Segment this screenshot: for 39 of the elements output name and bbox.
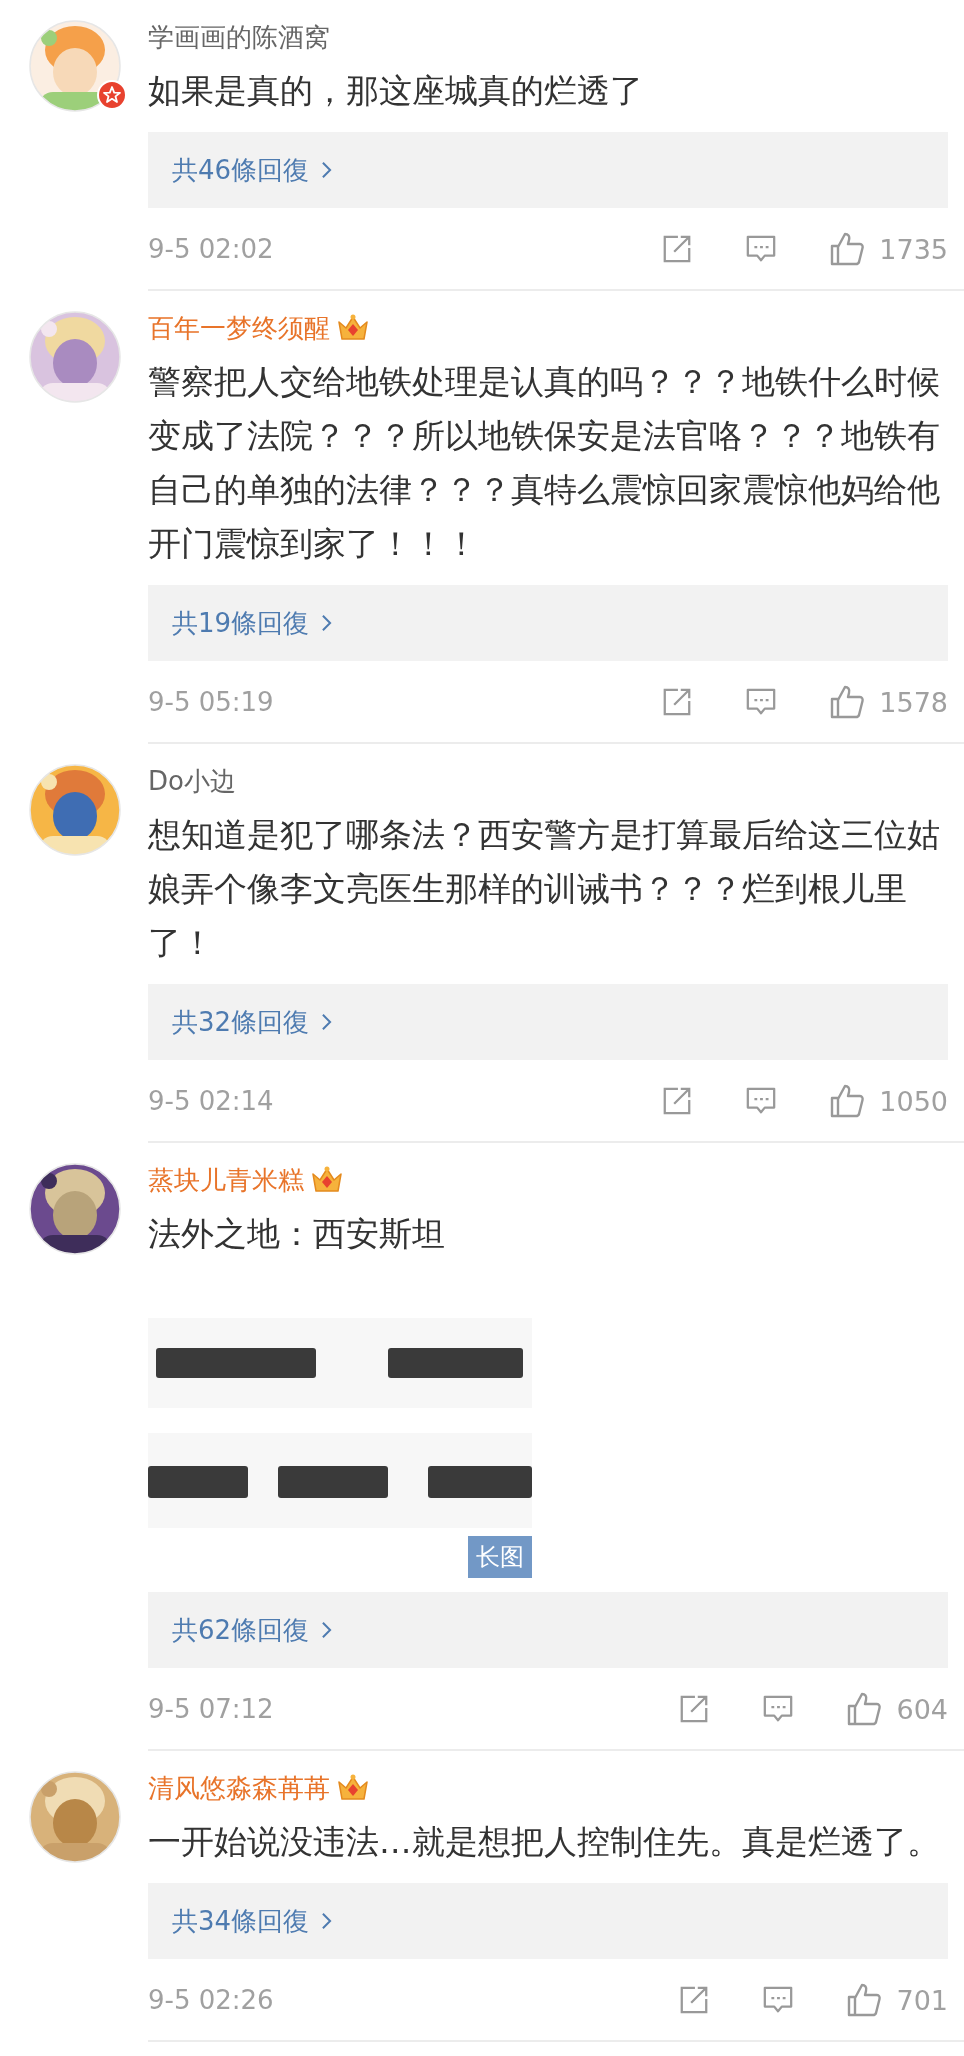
thumbs-up-icon — [846, 1982, 883, 2018]
thumbs-up-icon — [829, 1083, 866, 1119]
replies-link[interactable]: 共46條回復 — [148, 132, 948, 208]
user-name[interactable]: 蒸块儿青米糕 — [148, 1162, 304, 1198]
chevron-icon — [321, 614, 333, 632]
crown-icon — [310, 1165, 344, 1195]
like-button[interactable]: 1050 — [829, 1083, 948, 1119]
chevron-icon — [321, 1621, 333, 1639]
timestamp: 9-5 02:26 — [148, 1985, 274, 2015]
comment-text: 如果是真的，那这座城真的烂透了 — [148, 71, 644, 112]
timestamp: 9-5 02:02 — [148, 234, 274, 264]
comment-text: 一开始说没违法…就是想把人控制住先。真是烂透了。 — [148, 1822, 941, 1863]
like-button[interactable]: 604 — [846, 1691, 948, 1727]
crown-icon — [336, 1773, 370, 1803]
user-name[interactable]: 百年一梦终须醒 — [148, 310, 330, 346]
chevron-icon — [321, 161, 333, 179]
replies-link[interactable]: 共62條回復 — [148, 1592, 948, 1668]
user-name[interactable]: 清风悠淼森苒苒 — [148, 1770, 330, 1806]
user-name[interactable]: Do小边 — [148, 763, 236, 799]
chevron-icon — [321, 1013, 333, 1031]
timestamp: 9-5 07:12 — [148, 1694, 274, 1724]
like-button[interactable]: 1578 — [829, 684, 948, 720]
thumbs-up-icon — [846, 1691, 883, 1727]
thumbs-up-icon — [829, 231, 866, 267]
replies-link[interactable]: 共32條回復 — [148, 984, 948, 1060]
chevron-icon — [321, 1912, 333, 1930]
timestamp: 9-5 02:14 — [148, 1086, 274, 1116]
replies-link[interactable]: 共34條回復 — [148, 1883, 948, 1959]
like-button[interactable]: 701 — [846, 1982, 948, 2018]
replies-link[interactable]: 共19條回復 — [148, 585, 948, 661]
long-image-badge: 长图 — [468, 1536, 532, 1578]
comment-text: 警察把人交给地铁处理是认真的吗？？？地铁什么时候变成了法院？？？所以地铁保安是法官咯？？？地铁有自己的单独的法律？？？真特么震惊回家震惊他妈给他开门震惊到家了！！！ — [148, 362, 941, 565]
comment-text: 想知道是犯了哪条法？西安警方是打算最后给这三位姑娘弄个像李文亮医生那样的训诫书？？？烂到根儿里了！ — [148, 815, 941, 964]
timestamp: 9-5 05:19 — [148, 687, 274, 717]
comment-text: 法外之地：西安斯坦 — [148, 1214, 446, 1255]
user-name[interactable]: 学画画的陈酒窝 — [148, 19, 330, 55]
crown-icon — [336, 313, 370, 343]
like-button[interactable]: 1735 — [829, 231, 948, 267]
thumbs-up-icon — [829, 684, 866, 720]
